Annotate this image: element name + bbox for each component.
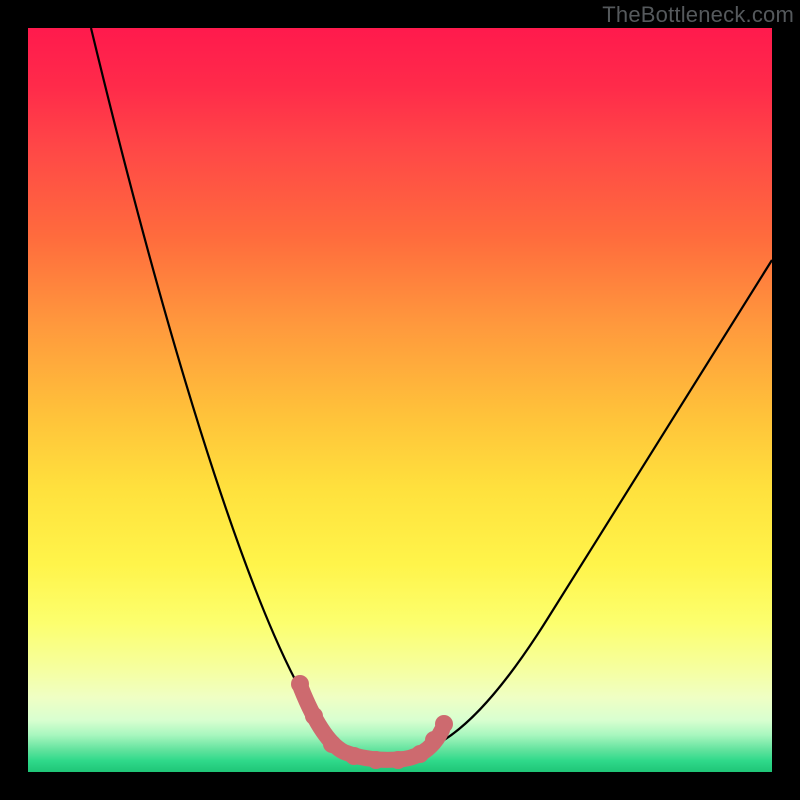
valley-dot	[411, 745, 429, 763]
valley-dot	[425, 731, 443, 749]
watermark-text: TheBottleneck.com	[602, 2, 794, 28]
valley-dot	[305, 707, 323, 725]
valley-dot	[323, 735, 341, 753]
valley-dots	[291, 675, 453, 769]
valley-dot	[435, 715, 453, 733]
outer-frame: TheBottleneck.com	[0, 0, 800, 800]
plot-area	[28, 28, 772, 772]
valley-dot	[345, 747, 363, 765]
valley-dot	[389, 751, 407, 769]
curve-left-arm	[91, 28, 354, 750]
valley-dot	[367, 751, 385, 769]
valley-dot	[291, 675, 309, 693]
chart-svg	[28, 28, 772, 772]
curve-right-arm	[424, 260, 772, 750]
